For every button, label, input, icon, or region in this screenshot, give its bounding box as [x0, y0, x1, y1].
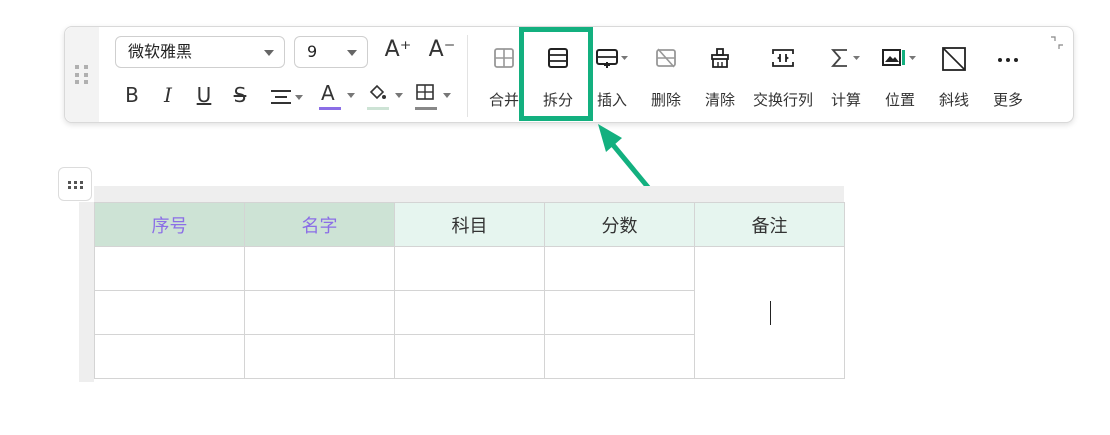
- fill-color-swatch: [367, 107, 389, 110]
- column-selector-bar[interactable]: [94, 186, 844, 202]
- clear-icon: [711, 48, 729, 68]
- merged-note-cell[interactable]: [694, 246, 845, 379]
- font-family-select[interactable]: 微软雅黑: [115, 36, 285, 68]
- insert-icon: [596, 49, 628, 68]
- swap-label: 交换行列: [752, 91, 813, 109]
- toolbar-drag-handle[interactable]: [65, 27, 99, 122]
- insert-label: 插入: [596, 91, 627, 109]
- border-grid-icon: [416, 84, 434, 100]
- swap-rows-cols-icon: [772, 49, 794, 67]
- diagonal-line-icon: [942, 47, 966, 71]
- chevron-down-icon: [347, 93, 355, 98]
- delete-label: 删除: [650, 91, 681, 109]
- table-cell[interactable]: [94, 334, 245, 379]
- chevron-down-icon: [395, 93, 403, 98]
- table-header-row: 序号 名字 科目 分数 备注: [94, 202, 845, 247]
- table-row: [94, 246, 845, 379]
- table-cell[interactable]: [394, 290, 545, 335]
- position-button[interactable]: 位置: [877, 27, 923, 122]
- toolbar-divider: [467, 35, 468, 117]
- more-button[interactable]: 更多: [985, 27, 1031, 122]
- table-cell[interactable]: [244, 290, 395, 335]
- align-center-icon: [271, 90, 291, 104]
- swap-rows-cols-button[interactable]: 交换行列: [751, 27, 815, 122]
- bold-button[interactable]: B: [121, 83, 143, 107]
- table-cell[interactable]: [244, 334, 395, 379]
- font-color-button[interactable]: A: [319, 81, 355, 111]
- clear-button[interactable]: 清除: [697, 27, 743, 122]
- collapse-icon[interactable]: [1049, 35, 1065, 51]
- sigma-icon: [831, 49, 860, 67]
- position-label: 位置: [884, 91, 915, 109]
- chevron-down-icon: [264, 50, 274, 56]
- border-button[interactable]: [415, 83, 451, 111]
- border-color-swatch: [415, 107, 437, 110]
- increase-font-button[interactable]: A⁺: [383, 37, 413, 62]
- chevron-down-icon: [347, 50, 357, 56]
- paint-bucket-icon: [369, 84, 386, 100]
- drag-dots-icon: [75, 65, 89, 85]
- table-cell[interactable]: [394, 246, 545, 291]
- strikethrough-button[interactable]: S: [229, 83, 251, 107]
- font-family-value: 微软雅黑: [128, 42, 193, 61]
- header-cell-note[interactable]: 备注: [694, 202, 845, 247]
- grid-dots-icon: [68, 181, 83, 189]
- table-cell[interactable]: [94, 290, 245, 335]
- table-cell[interactable]: [544, 334, 695, 379]
- italic-button[interactable]: I: [157, 83, 179, 107]
- font-size-value: 9: [307, 42, 318, 61]
- clear-label: 清除: [704, 91, 735, 109]
- header-cell-name[interactable]: 名字: [244, 202, 395, 247]
- table-cell[interactable]: [394, 334, 545, 379]
- insert-button[interactable]: 插入: [589, 27, 635, 122]
- diagonal-label: 斜线: [938, 91, 969, 109]
- data-table: 序号 名字 科目 分数 备注: [94, 202, 845, 379]
- font-color-icon: A: [321, 81, 335, 105]
- decrease-font-button[interactable]: A⁻: [427, 37, 457, 62]
- header-cell-index[interactable]: 序号: [94, 202, 245, 247]
- delete-icon: [656, 48, 676, 68]
- table-cell[interactable]: [94, 246, 245, 291]
- text-cursor: [770, 300, 771, 325]
- more-icon: [998, 58, 1018, 62]
- header-cell-subject[interactable]: 科目: [394, 202, 545, 247]
- more-label: 更多: [992, 91, 1023, 109]
- table-drag-handle[interactable]: [58, 167, 92, 201]
- row-selector-bar[interactable]: [79, 202, 94, 382]
- chevron-down-icon: [295, 95, 303, 100]
- calculate-button[interactable]: 计算: [823, 27, 869, 122]
- underline-button[interactable]: U: [193, 83, 215, 107]
- table-cell[interactable]: [544, 290, 695, 335]
- font-size-select[interactable]: 9: [294, 36, 368, 68]
- table-cell[interactable]: [544, 246, 695, 291]
- table-cell[interactable]: [244, 246, 395, 291]
- split-highlight-box: [519, 27, 593, 121]
- merge-cells-icon: [494, 48, 514, 68]
- fill-color-button[interactable]: [367, 83, 403, 111]
- delete-button[interactable]: 删除: [643, 27, 689, 122]
- chevron-down-icon: [443, 93, 451, 98]
- calculate-label: 计算: [830, 91, 861, 109]
- font-color-swatch: [319, 107, 341, 110]
- position-icon: [882, 49, 916, 66]
- header-cell-score[interactable]: 分数: [544, 202, 695, 247]
- align-button[interactable]: [270, 88, 303, 110]
- diagonal-button[interactable]: 斜线: [931, 27, 977, 122]
